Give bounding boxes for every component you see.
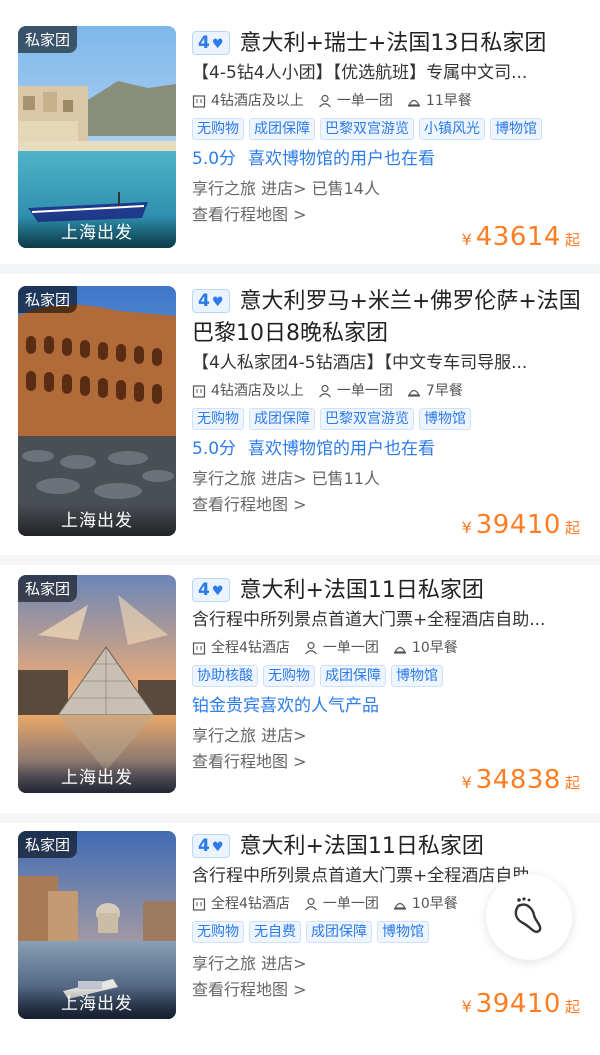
heart-icon: ♥ xyxy=(211,37,224,52)
divider xyxy=(0,264,600,274)
tag: 小镇风光 xyxy=(419,118,485,140)
divider xyxy=(0,555,600,565)
divider xyxy=(0,813,600,823)
person-icon xyxy=(304,897,317,911)
breakfast-icon xyxy=(407,389,420,397)
tag: 成团保障 xyxy=(249,408,315,430)
tag: 巴黎双宫游览 xyxy=(320,118,414,140)
tag: 无购物 xyxy=(192,118,244,140)
tag: 巴黎双宫游览 xyxy=(320,408,414,430)
colosseum-photo xyxy=(18,286,176,536)
person-icon xyxy=(318,94,331,108)
product-subtitle: 【4人私家团4-5钻酒店】【中文专车司导服... xyxy=(192,353,528,373)
tag: 博物馆 xyxy=(377,921,429,943)
footprint-icon xyxy=(514,897,542,933)
tag: 无购物 xyxy=(263,665,315,687)
tag: 成团保障 xyxy=(306,921,372,943)
product-image[interactable]: 私家团 上海出发 xyxy=(18,831,176,1019)
shop-link[interactable]: 享行之旅 进店> 已售11人 xyxy=(192,466,582,492)
price: ¥34838 起 xyxy=(461,765,580,795)
departure-city: 上海出发 xyxy=(18,987,176,1019)
product-title[interactable]: 4 ♥ 意大利+法国11日私家团 xyxy=(192,575,582,607)
product-image[interactable]: 私家团 上海出发 xyxy=(18,26,176,248)
product-image[interactable]: 私家团 上海出发 xyxy=(18,286,176,536)
price: ¥43614 起 xyxy=(461,222,580,252)
product-subtitle: 含行程中所列景点首道大门票+全程酒店自助... xyxy=(192,610,546,630)
product-title[interactable]: 4 ♥ 意大利罗马+米兰+佛罗伦萨+法国巴黎10日8晚私家团 xyxy=(192,286,582,350)
tag: 博物馆 xyxy=(391,665,443,687)
departure-city: 上海出发 xyxy=(18,504,176,536)
breakfast-icon xyxy=(393,902,406,910)
feature-row: 4钻酒店及以上 一单一团 7早餐 xyxy=(192,380,582,402)
tag-list: 无购物 成团保障 巴黎双宫游览 博物馆 xyxy=(192,408,582,430)
price: ¥39410 起 xyxy=(461,989,580,1019)
history-float-button[interactable] xyxy=(486,874,572,960)
recommendation-text: 铂金贵宾喜欢的人气产品 xyxy=(192,696,379,716)
departure-city: 上海出发 xyxy=(18,216,176,248)
coastal-town-photo xyxy=(18,26,176,248)
breakfast-icon xyxy=(393,646,406,654)
tag-list: 无购物 成团保障 巴黎双宫游览 小镇风光 博物馆 xyxy=(192,118,582,140)
tag: 成团保障 xyxy=(249,118,315,140)
recommendation-text: 5.0分 喜欢博物馆的用户也在看 xyxy=(192,149,436,169)
tag: 博物馆 xyxy=(419,408,471,430)
product-card[interactable]: 私家团 上海出发 4 ♥ 意大利+法国11日私家团 含行程中所列景点首道大门票+全程… xyxy=(0,565,600,815)
tag: 无购物 xyxy=(192,921,244,943)
tag-list: 协助核酸 无购物 成团保障 博物馆 xyxy=(192,665,582,687)
private-tour-badge: 私家团 xyxy=(18,26,78,53)
hotel-icon xyxy=(192,385,206,398)
product-subtitle: 【4-5钻4人小团】【优选航班】专属中文司... xyxy=(192,63,528,83)
product-image[interactable]: 私家团 上海出发 xyxy=(18,575,176,793)
private-tour-badge: 私家团 xyxy=(18,286,78,313)
product-card[interactable]: 私家团 上海出发 4 ♥ 意大利+瑞士+法国13日私家团 【4-5钻4人小团】【优选… xyxy=(0,0,600,268)
product-title[interactable]: 4 ♥ 意大利+瑞士+法国13日私家团 xyxy=(192,28,582,60)
recommendation-text: 5.0分 喜欢博物馆的用户也在看 xyxy=(192,439,436,459)
product-card[interactable]: 私家团 上海出发 4 ♥ 意大利罗马+米兰+佛罗伦萨+法国巴黎10日8晚私家团 【4… xyxy=(0,274,600,558)
price: ¥39410 起 xyxy=(461,510,580,540)
shop-link[interactable]: 享行之旅 进店> 已售14人 xyxy=(192,176,582,202)
departure-city: 上海出发 xyxy=(18,761,176,793)
person-icon xyxy=(304,641,317,655)
hotel-icon xyxy=(192,95,206,108)
feature-row: 4钻酒店及以上 一单一团 11早餐 xyxy=(192,90,582,112)
heart-icon: ♥ xyxy=(211,295,224,310)
tag: 协助核酸 xyxy=(192,665,258,687)
person-icon xyxy=(318,384,331,398)
tag: 无购物 xyxy=(192,408,244,430)
feature-row: 全程4钻酒店 一单一团 10早餐 xyxy=(192,637,582,659)
rating-badge: 4 ♥ xyxy=(192,578,230,602)
tag: 无自费 xyxy=(249,921,301,943)
hotel-icon xyxy=(192,898,206,911)
shop-link[interactable]: 享行之旅 进店> xyxy=(192,723,582,749)
rating-badge: 4 ♥ xyxy=(192,289,230,313)
breakfast-icon xyxy=(407,99,420,107)
heart-icon: ♥ xyxy=(211,584,224,599)
tag: 博物馆 xyxy=(490,118,542,140)
heart-icon: ♥ xyxy=(211,840,224,855)
private-tour-badge: 私家团 xyxy=(18,575,78,602)
tag: 成团保障 xyxy=(320,665,386,687)
product-title[interactable]: 4 ♥ 意大利+法国11日私家团 xyxy=(192,831,582,863)
hotel-icon xyxy=(192,642,206,655)
rating-badge: 4 ♥ xyxy=(192,834,230,858)
rating-badge: 4 ♥ xyxy=(192,31,230,55)
private-tour-badge: 私家团 xyxy=(18,831,78,858)
